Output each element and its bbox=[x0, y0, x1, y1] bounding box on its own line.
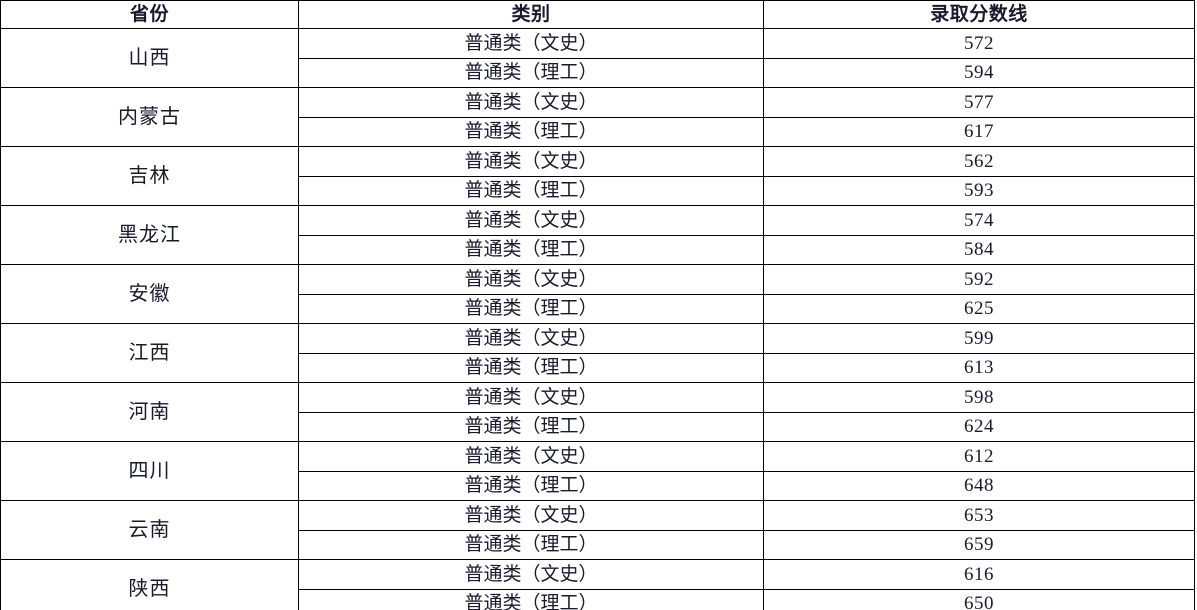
category-cell: 普通类（理工） bbox=[298, 293, 764, 324]
score-cell: 577 bbox=[763, 87, 1195, 118]
province-cell: 安徽 bbox=[0, 264, 299, 324]
score-cell: 650 bbox=[763, 588, 1195, 610]
category-cell: 普通类（文史） bbox=[298, 264, 764, 295]
column-header-category: 类别 bbox=[298, 0, 764, 29]
score-cell: 592 bbox=[763, 264, 1195, 295]
table-row: 安徽 普通类（文史） 592 bbox=[0, 264, 1195, 324]
table-row: 河南 普通类（文史） 598 bbox=[0, 382, 1195, 442]
score-cell: 562 bbox=[763, 146, 1195, 177]
province-cell: 云南 bbox=[0, 500, 299, 560]
score-cell: 617 bbox=[763, 116, 1195, 147]
category-cell: 普通类（理工） bbox=[298, 57, 764, 88]
score-cell: 574 bbox=[763, 205, 1195, 236]
category-cell: 普通类（理工） bbox=[298, 588, 764, 610]
table-header-row: 省份 类别 录取分数线 bbox=[0, 0, 1195, 29]
province-cell: 江西 bbox=[0, 323, 299, 383]
category-cell: 普通类（文史） bbox=[298, 28, 764, 59]
score-cell: 624 bbox=[763, 411, 1195, 442]
table-row: 黑龙江 普通类（文史） 574 bbox=[0, 205, 1195, 265]
table-row: 江西 普通类（文史） 599 bbox=[0, 323, 1195, 383]
score-cell: 616 bbox=[763, 559, 1195, 590]
category-cell: 普通类（理工） bbox=[298, 529, 764, 560]
category-cell: 普通类（文史） bbox=[298, 87, 764, 118]
province-cell: 内蒙古 bbox=[0, 87, 299, 147]
province-cell: 吉林 bbox=[0, 146, 299, 206]
province-cell: 河南 bbox=[0, 382, 299, 442]
score-cell: 598 bbox=[763, 382, 1195, 413]
category-cell: 普通类（理工） bbox=[298, 234, 764, 265]
category-cell: 普通类（文史） bbox=[298, 146, 764, 177]
category-cell: 普通类（理工） bbox=[298, 411, 764, 442]
category-cell: 普通类（理工） bbox=[298, 352, 764, 383]
score-cell: 625 bbox=[763, 293, 1195, 324]
table-row: 陕西 普通类（文史） 616 bbox=[0, 559, 1195, 610]
score-cell: 653 bbox=[763, 500, 1195, 531]
column-header-province: 省份 bbox=[0, 0, 299, 29]
table-body: 山西 普通类（文史） 572 普通类（理工） 594 内蒙古 普通类（文史） 577 普通类（理… bbox=[0, 28, 1195, 610]
province-cell: 陕西 bbox=[0, 559, 299, 610]
column-header-score: 录取分数线 bbox=[763, 0, 1195, 29]
score-cell: 613 bbox=[763, 352, 1195, 383]
table-row: 云南 普通类（文史） 653 bbox=[0, 500, 1195, 560]
category-cell: 普通类（文史） bbox=[298, 559, 764, 590]
category-cell: 普通类（文史） bbox=[298, 382, 764, 413]
category-cell: 普通类（理工） bbox=[298, 116, 764, 147]
score-cell: 648 bbox=[763, 470, 1195, 501]
admission-score-table: 省份 类别 录取分数线 山西 普通类（文史） 572 普通类（理工） 594 内蒙古 普通类… bbox=[0, 0, 1195, 610]
table-row: 山西 普通类（文史） 572 bbox=[0, 28, 1195, 88]
category-cell: 普通类（理工） bbox=[298, 175, 764, 206]
score-cell: 599 bbox=[763, 323, 1195, 354]
score-cell: 584 bbox=[763, 234, 1195, 265]
table-row: 吉林 普通类（文史） 562 bbox=[0, 146, 1195, 206]
score-cell: 572 bbox=[763, 28, 1195, 59]
table-header: 省份 类别 录取分数线 bbox=[0, 0, 1195, 29]
admission-score-table-container: 省份 类别 录取分数线 山西 普通类（文史） 572 普通类（理工） 594 内蒙古 普通类… bbox=[0, 0, 1197, 610]
score-cell: 612 bbox=[763, 441, 1195, 472]
table-row: 四川 普通类（文史） 612 bbox=[0, 441, 1195, 501]
province-cell: 黑龙江 bbox=[0, 205, 299, 265]
category-cell: 普通类（文史） bbox=[298, 500, 764, 531]
category-cell: 普通类（理工） bbox=[298, 470, 764, 501]
category-cell: 普通类（文史） bbox=[298, 441, 764, 472]
score-cell: 594 bbox=[763, 57, 1195, 88]
score-cell: 593 bbox=[763, 175, 1195, 206]
category-cell: 普通类（文史） bbox=[298, 323, 764, 354]
province-cell: 四川 bbox=[0, 441, 299, 501]
category-cell: 普通类（文史） bbox=[298, 205, 764, 236]
province-cell: 山西 bbox=[0, 28, 299, 88]
score-cell: 659 bbox=[763, 529, 1195, 560]
table-row: 内蒙古 普通类（文史） 577 bbox=[0, 87, 1195, 147]
